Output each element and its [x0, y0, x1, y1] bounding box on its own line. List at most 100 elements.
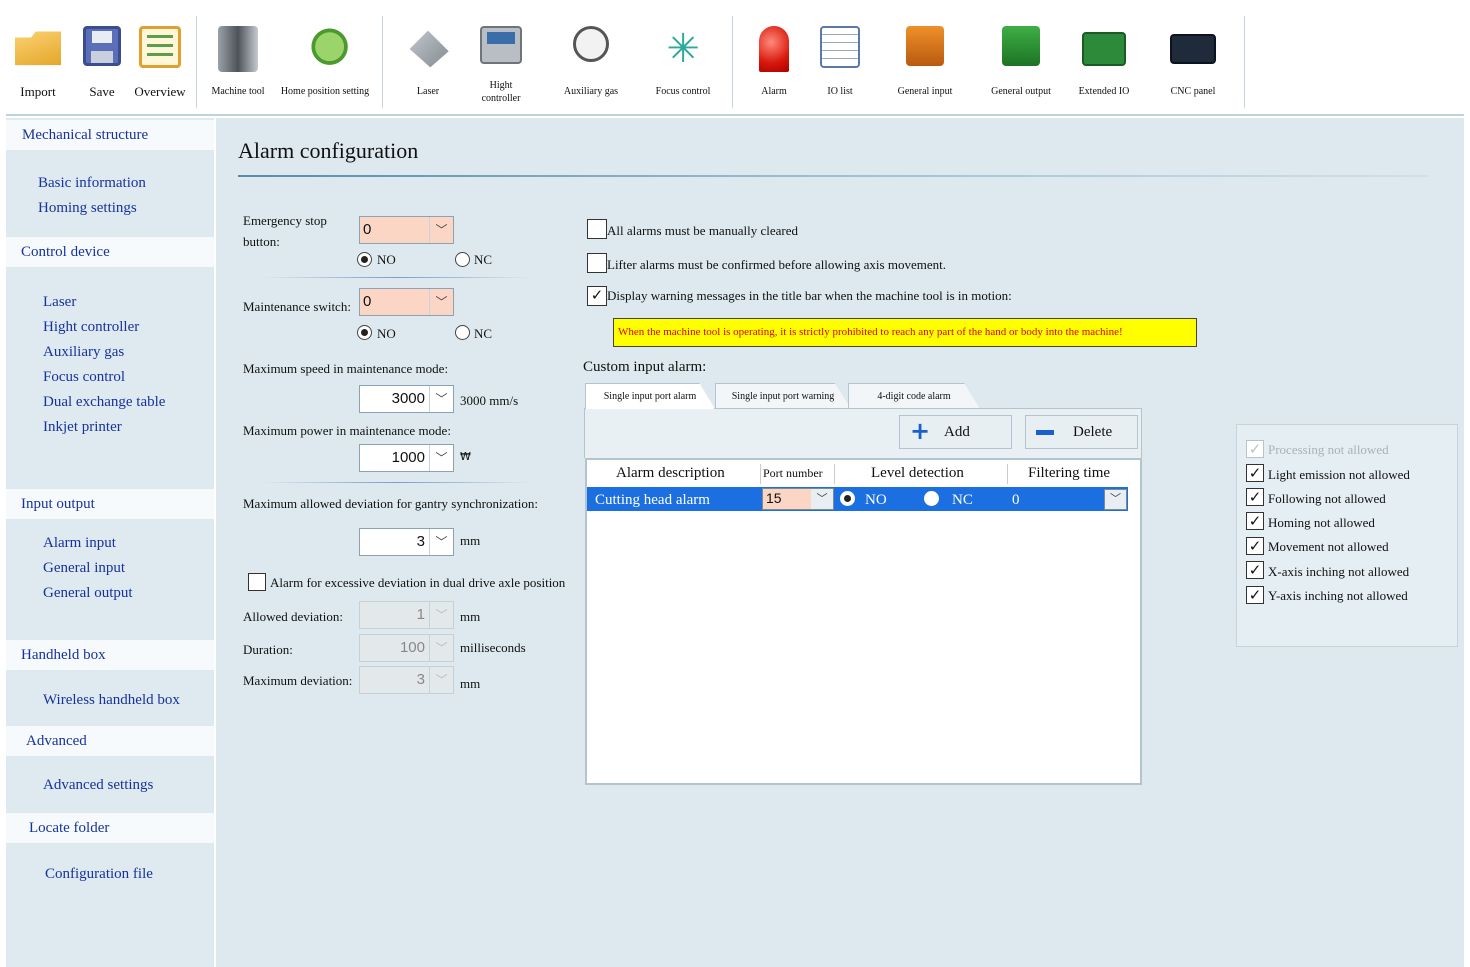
duration-select[interactable]: 100 ﹀ — [359, 634, 454, 662]
sidebar-item-advanced-settings[interactable]: Advanced settings — [43, 776, 153, 794]
y-axis-inching-not-allowed-checkbox[interactable]: ✓ — [1246, 586, 1264, 604]
sidebar-item-basic-information[interactable]: Basic information — [38, 174, 146, 192]
y-axis-inching-not-allowed-label: Y-axis inching not allowed — [1268, 588, 1408, 603]
allowed-deviation-unit: mm — [460, 609, 481, 624]
list-icon — [139, 26, 181, 68]
row-no-radio[interactable] — [840, 491, 855, 506]
home-position-button[interactable]: Home position setting — [274, 18, 376, 110]
sidebar-item-alarm-input[interactable]: Alarm input — [43, 534, 116, 552]
add-button[interactable]: + Add — [899, 415, 1012, 449]
max-power-select[interactable]: 1000 ﹀ — [359, 444, 454, 472]
sidebar-item-wireless-handheld-box[interactable]: Wireless handheld box — [43, 691, 180, 709]
x-axis-inching-not-allowed-checkbox[interactable]: ✓ — [1246, 561, 1264, 579]
dual-drive-alarm-checkbox[interactable] — [248, 573, 266, 591]
sidebar-item-focus-control[interactable]: Focus control — [43, 368, 125, 386]
estop-port-select[interactable]: 0 ﹀ — [359, 216, 454, 244]
sidebar-header-locate-folder[interactable]: Locate folder — [6, 813, 214, 843]
auxiliary-gas-label: Auxiliary gas — [563, 86, 619, 97]
folder-icon — [15, 31, 61, 66]
chevron-down-icon[interactable]: ﹀ — [429, 445, 453, 471]
chevron-down-icon[interactable]: ﹀ — [1104, 489, 1127, 510]
chevron-down-icon[interactable]: ﹀ — [429, 635, 453, 661]
processing-not-allowed-checkbox[interactable]: ✓ — [1246, 440, 1264, 458]
alarm-button[interactable]: Alarm — [746, 18, 802, 110]
sidebar-item-general-input[interactable]: General input — [43, 559, 125, 577]
laser-button[interactable]: Laser — [398, 18, 458, 110]
io-board-icon — [1082, 32, 1126, 66]
column-divider — [760, 464, 761, 484]
row-description: Cutting head alarm — [595, 492, 710, 508]
sidebar-item-homing-settings[interactable]: Homing settings — [38, 199, 137, 217]
max-speed-unit: 3000 mm/s — [460, 393, 519, 408]
row-port-select[interactable]: 15 ﹀ — [762, 488, 834, 510]
sidebar-item-auxiliary-gas[interactable]: Auxiliary gas — [43, 343, 124, 361]
maintenance-nc-radio[interactable] — [455, 325, 470, 340]
row-nc-label: NC — [952, 492, 973, 508]
general-input-button[interactable]: General input — [888, 18, 962, 110]
maintenance-port-select[interactable]: 0 ﹀ — [359, 288, 454, 316]
sidebar-item-hight-controller[interactable]: Hight controller — [43, 318, 139, 336]
duration-label: Duration: — [243, 642, 293, 657]
tab-single-input-port-warning[interactable]: Single input port warning — [715, 383, 851, 409]
chevron-down-icon[interactable]: ﹀ — [429, 289, 453, 315]
extended-io-button[interactable]: Extended IO — [1070, 18, 1138, 110]
max-deviation-select[interactable]: 3 ﹀ — [359, 666, 454, 694]
chevron-down-icon[interactable]: ﹀ — [429, 529, 453, 555]
toolbar-separator — [1244, 16, 1245, 108]
max-speed-select[interactable]: 3000 ﹀ — [359, 385, 454, 413]
column-level-detection: Level detection — [871, 465, 964, 481]
allowed-deviation-select[interactable]: 1 ﹀ — [359, 601, 454, 629]
gantry-deviation-select[interactable]: 3 ﹀ — [359, 528, 454, 556]
page-title: Alarm configuration — [238, 138, 419, 163]
chevron-down-icon[interactable]: ﹀ — [429, 667, 453, 693]
general-output-button[interactable]: General output — [982, 18, 1060, 110]
row-port-value: 15 — [766, 490, 782, 506]
sidebar-header-handheld-box[interactable]: Handheld box — [6, 640, 214, 670]
sidebar-item-general-output[interactable]: General output — [43, 584, 133, 602]
sidebar-header-input-output[interactable]: Input output — [6, 489, 214, 519]
row-no-label: NO — [865, 492, 887, 508]
tab-4-digit-code-alarm[interactable]: 4-digit code alarm — [848, 383, 980, 409]
cnc-panel-button[interactable]: CNC panel — [1156, 18, 1230, 110]
sidebar-header-advanced[interactable]: Advanced — [6, 726, 214, 756]
overview-button[interactable]: Overview — [130, 18, 190, 110]
warning-message-field[interactable]: When the machine tool is operating, it i… — [613, 318, 1197, 347]
hight-controller-button[interactable]: Hight controller — [468, 18, 534, 110]
chevron-down-icon[interactable]: ﹀ — [429, 602, 453, 628]
sidebar-item-inkjet-printer[interactable]: Inkjet printer — [43, 418, 122, 436]
overview-label: Overview — [134, 84, 186, 99]
import-button[interactable]: Import — [12, 18, 64, 110]
save-button[interactable]: Save — [76, 18, 128, 110]
row-nc-radio[interactable] — [924, 491, 939, 506]
homing-not-allowed-checkbox[interactable]: ✓ — [1246, 512, 1264, 530]
lifter-confirm-checkbox[interactable] — [587, 253, 607, 273]
extended-io-label: Extended IO — [1078, 86, 1130, 97]
sidebar-item-configuration-file[interactable]: Configuration file — [45, 865, 153, 883]
estop-nc-radio[interactable] — [455, 252, 470, 267]
io-list-button[interactable]: IO list — [812, 18, 868, 110]
machine-tool-button[interactable]: Machine tool — [204, 18, 272, 110]
display-warning-checkbox[interactable]: ✓ — [587, 286, 607, 306]
sidebar-header-mechanical-structure[interactable]: Mechanical structure — [6, 120, 214, 150]
sidebar-item-dual-exchange-table[interactable]: Dual exchange table — [43, 393, 165, 411]
delete-button[interactable]: Delete — [1025, 415, 1138, 449]
maintenance-no-radio[interactable] — [357, 325, 372, 340]
auxiliary-gas-button[interactable]: Auxiliary gas — [558, 18, 624, 110]
chevron-down-icon[interactable]: ﹀ — [429, 217, 453, 243]
light-emission-not-allowed-checkbox[interactable]: ✓ — [1246, 464, 1264, 482]
tab-single-input-port-alarm[interactable]: Single input port alarm — [585, 383, 715, 409]
homing-not-allowed-label: Homing not allowed — [1268, 515, 1375, 530]
movement-not-allowed-checkbox[interactable]: ✓ — [1246, 537, 1264, 555]
machine-tool-label: Machine tool — [211, 86, 265, 97]
chevron-down-icon[interactable]: ﹀ — [811, 489, 833, 509]
toolbar-separator — [382, 16, 383, 108]
sidebar-header-control-device[interactable]: Control device — [6, 237, 214, 267]
estop-no-radio[interactable] — [357, 252, 372, 267]
focus-control-button[interactable]: ✳ Focus control — [648, 18, 718, 110]
manual-clear-checkbox[interactable] — [587, 219, 607, 239]
column-alarm-description: Alarm description — [616, 465, 725, 481]
following-not-allowed-checkbox[interactable]: ✓ — [1246, 488, 1264, 506]
section-divider — [262, 277, 532, 278]
sidebar-item-laser[interactable]: Laser — [43, 293, 76, 311]
chevron-down-icon[interactable]: ﹀ — [429, 386, 453, 412]
